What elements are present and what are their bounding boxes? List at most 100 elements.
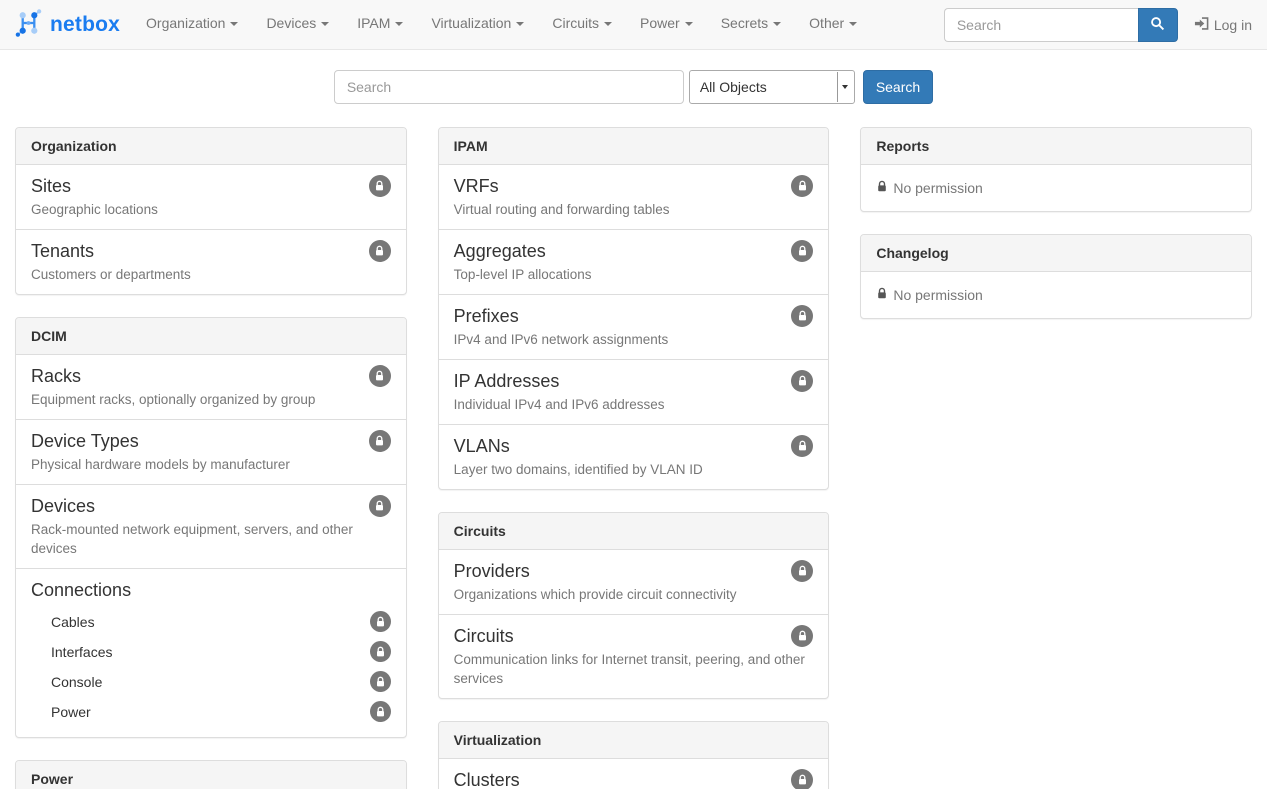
- circuits-link[interactable]: Circuits: [454, 625, 514, 648]
- connection-row-power: Power: [31, 697, 391, 727]
- item-description: Geographic locations: [31, 200, 391, 219]
- panel-power: Power: [15, 760, 407, 789]
- chevron-down-icon: [685, 22, 693, 26]
- menu-organization[interactable]: Organization: [132, 0, 252, 50]
- list-item-device-types: Device Types Physical hardware models by…: [16, 420, 406, 485]
- lock-icon: [876, 287, 888, 303]
- chevron-down-icon: [395, 22, 403, 26]
- menu-power[interactable]: Power: [626, 0, 707, 50]
- item-description: IPv4 and IPv6 network assignments: [454, 330, 814, 349]
- tenants-link[interactable]: Tenants: [31, 240, 94, 263]
- list-item-ip-addresses: IP Addresses Individual IPv4 and IPv6 ad…: [439, 360, 829, 425]
- devices-link[interactable]: Devices: [31, 495, 95, 518]
- panel-changelog: Changelog No permission: [860, 234, 1252, 319]
- list-item-connections: Connections Cables Interfaces Console Po…: [16, 569, 406, 737]
- panel-heading: Power: [16, 761, 406, 789]
- global-search-bar: All Objects Search: [0, 70, 1267, 104]
- ip-addresses-link[interactable]: IP Addresses: [454, 370, 560, 393]
- list-item-circuits: Circuits Communication links for Interne…: [439, 615, 829, 698]
- menu-secrets[interactable]: Secrets: [707, 0, 795, 50]
- lock-icon: [791, 305, 813, 327]
- lock-icon: [791, 625, 813, 647]
- panel-heading: Changelog: [861, 235, 1251, 272]
- panel-heading: Organization: [16, 128, 406, 165]
- lock-icon: [369, 365, 391, 387]
- sign-in-icon: [1194, 16, 1209, 34]
- panel-ipam: IPAM VRFs Virtual routing and forwarding…: [438, 127, 830, 490]
- panel-heading: Reports: [861, 128, 1251, 165]
- reports-no-permission: No permission: [861, 165, 1251, 211]
- panel-circuits: Circuits Providers Organizations which p…: [438, 512, 830, 699]
- racks-link[interactable]: Racks: [31, 365, 81, 388]
- list-item-clusters: Clusters: [439, 759, 829, 789]
- netbox-logo-icon: [14, 8, 43, 41]
- menu-devices[interactable]: Devices: [252, 0, 343, 50]
- item-description: Organizations which provide circuit conn…: [454, 585, 814, 604]
- top-navbar: netbox Organization Devices IPAM Virtual…: [0, 0, 1267, 50]
- list-item-racks: Racks Equipment racks, optionally organi…: [16, 355, 406, 420]
- lock-icon: [791, 370, 813, 392]
- panel-heading: IPAM: [439, 128, 829, 165]
- global-search-button[interactable]: Search: [863, 70, 933, 104]
- no-permission-text: No permission: [893, 180, 982, 196]
- lock-icon: [369, 240, 391, 262]
- item-description: Layer two domains, identified by VLAN ID: [454, 460, 814, 479]
- power-connections-link[interactable]: Power: [51, 704, 91, 720]
- providers-link[interactable]: Providers: [454, 560, 530, 583]
- navbar-right: Log in: [944, 8, 1267, 42]
- prefixes-link[interactable]: Prefixes: [454, 305, 519, 328]
- item-description: Top-level IP allocations: [454, 265, 814, 284]
- chevron-down-icon: [516, 22, 524, 26]
- chevron-down-icon: [230, 22, 238, 26]
- menu-ipam[interactable]: IPAM: [343, 0, 417, 50]
- main-menu: Organization Devices IPAM Virtualization…: [132, 0, 871, 50]
- list-item-tenants: Tenants Customers or departments: [16, 230, 406, 294]
- object-type-select[interactable]: All Objects: [689, 70, 855, 104]
- global-search-input[interactable]: [334, 70, 684, 104]
- column-left: Organization Sites Geographic locations …: [15, 127, 407, 789]
- console-link[interactable]: Console: [51, 674, 102, 690]
- brand-name: netbox: [50, 13, 120, 37]
- lock-icon: [791, 769, 813, 789]
- item-description: Virtual routing and forwarding tables: [454, 200, 814, 219]
- aggregates-link[interactable]: Aggregates: [454, 240, 546, 263]
- menu-other[interactable]: Other: [795, 0, 871, 50]
- home-panels: Organization Sites Geographic locations …: [0, 127, 1267, 789]
- cables-link[interactable]: Cables: [51, 614, 95, 630]
- clusters-link[interactable]: Clusters: [454, 769, 520, 789]
- panel-organization: Organization Sites Geographic locations …: [15, 127, 407, 295]
- lock-icon: [791, 435, 813, 457]
- chevron-down-icon: [604, 22, 612, 26]
- login-link[interactable]: Log in: [1194, 16, 1252, 34]
- lock-icon: [370, 701, 391, 722]
- sites-link[interactable]: Sites: [31, 175, 71, 198]
- panel-dcim: DCIM Racks Equipment racks, optionally o…: [15, 317, 407, 738]
- lock-icon: [370, 671, 391, 692]
- netbox-brand[interactable]: netbox: [0, 8, 132, 41]
- lock-icon: [791, 240, 813, 262]
- list-item-providers: Providers Organizations which provide ci…: [439, 550, 829, 615]
- item-description: Physical hardware models by manufacturer: [31, 455, 391, 474]
- login-label: Log in: [1214, 17, 1252, 33]
- panel-heading: DCIM: [16, 318, 406, 355]
- panel-virtualization: Virtualization Clusters: [438, 721, 830, 789]
- no-permission-text: No permission: [893, 287, 982, 303]
- panel-heading: Circuits: [439, 513, 829, 550]
- lock-icon: [369, 175, 391, 197]
- vlans-link[interactable]: VLANs: [454, 435, 510, 458]
- menu-circuits[interactable]: Circuits: [538, 0, 626, 50]
- changelog-no-permission: No permission: [861, 272, 1251, 318]
- connection-row-console: Console: [31, 667, 391, 697]
- select-caret-icon: [837, 72, 853, 102]
- navbar-search-input[interactable]: [944, 8, 1138, 42]
- navbar-search-form: [944, 8, 1178, 42]
- lock-icon: [791, 560, 813, 582]
- device-types-link[interactable]: Device Types: [31, 430, 139, 453]
- vrfs-link[interactable]: VRFs: [454, 175, 499, 198]
- navbar-search-button[interactable]: [1138, 8, 1178, 42]
- interfaces-link[interactable]: Interfaces: [51, 644, 112, 660]
- chevron-down-icon: [849, 22, 857, 26]
- object-type-selected: All Objects: [700, 79, 767, 95]
- lock-icon: [369, 430, 391, 452]
- menu-virtualization[interactable]: Virtualization: [417, 0, 538, 50]
